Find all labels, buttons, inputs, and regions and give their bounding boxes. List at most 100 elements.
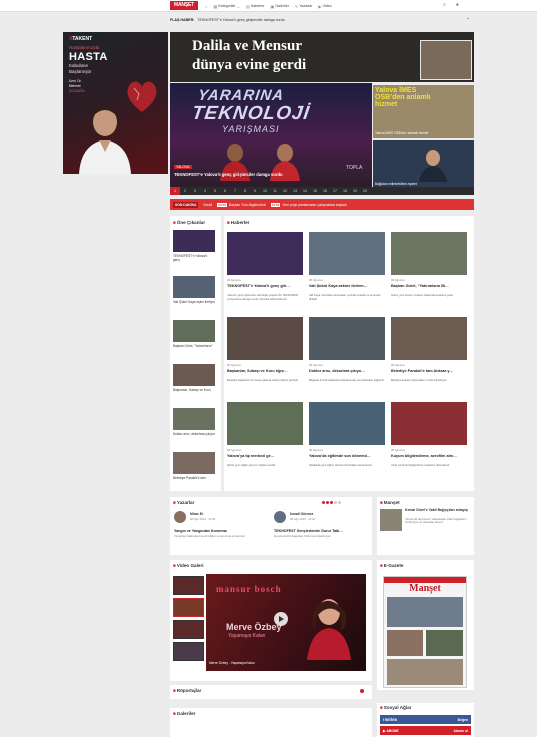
featured-title: Belediye Paraküt’e tam (173, 476, 206, 480)
slider-page-11[interactable]: 11 (270, 187, 280, 195)
avatar (274, 511, 286, 523)
slider-page-8[interactable]: 8 (240, 187, 250, 195)
featured-thumb (173, 364, 215, 386)
youtube-button[interactable]: ▶ ABONE Abone ol (380, 726, 471, 735)
slider-page-1[interactable]: 1 (170, 187, 180, 195)
featured-thumb (173, 452, 215, 474)
dot[interactable] (322, 501, 325, 504)
section-icon: ■ (380, 705, 383, 710)
top-navbar: MANŞET ⌂ ▦ Kategoriler ⌄ ▤ Haberler ▣ Galeri… (0, 0, 537, 12)
chevron-down-icon[interactable]: ⌄ (466, 15, 470, 21)
breaking-text: TEKNOFEST’e Yalova’lı genç girişimciler … (197, 18, 285, 22)
slider-page-18[interactable]: 18 (340, 187, 350, 195)
ticker-item[interactable]: Kendi (203, 203, 212, 207)
slider-page-2[interactable]: 2 (180, 187, 190, 195)
dot[interactable] (326, 501, 329, 504)
nav-categories[interactable]: ▦ Kategoriler ⌄ (213, 4, 240, 9)
featured-item[interactable]: Belediye Paraküt’e tam (173, 452, 215, 480)
main-slider[interactable]: YARARINA TEKNOLOJİ YARIŞMASI YALOVA TEKN… (170, 83, 372, 187)
nav-home[interactable]: ⌂ (205, 4, 207, 9)
dot[interactable] (338, 501, 341, 504)
slide-caption: TEKNOFEST’e Yalova’lı genç girişimciler … (174, 172, 283, 177)
video-thumb[interactable] (173, 576, 204, 595)
banner-line-1: Dalila ve Mensur (192, 38, 302, 54)
nav-video[interactable]: ▶ Video (318, 4, 331, 9)
news-title: Vali Şükrü Kaya askine ilerlem… (309, 284, 368, 288)
video-frame-illustration (307, 599, 351, 660)
side-news-1[interactable]: Yalova İMES OSB’den anlamlı hizmet Yalov… (373, 85, 474, 138)
headline-banner[interactable]: Dalila ve Mensur dünya evine gerdi (170, 32, 474, 82)
youtube-label: ABONE (386, 728, 399, 733)
slider-page-6[interactable]: 6 (220, 187, 230, 195)
user-icon[interactable]: ● (456, 2, 459, 8)
side-news-photo (419, 150, 447, 182)
slider-page-17[interactable]: 17 (330, 187, 340, 195)
headline-title: Kemal Gürel’e Vakıf Bağışçıları anlayışı (405, 508, 469, 512)
news-card[interactable]: 08 Ağustos Kuyum bilgilendirme, aerofilm … (391, 402, 467, 478)
slider-page-3[interactable]: 3 (190, 187, 200, 195)
dot[interactable] (330, 501, 333, 504)
slider-page-14[interactable]: 14 (300, 187, 310, 195)
breaking-news[interactable]: FLAŞ HABER: TEKNOFEST’e Yalova’lı genç gi… (170, 16, 474, 24)
video-player[interactable]: mansur bosch Merve Özbey Yaşamaya Kalan … (206, 574, 366, 671)
search-icon[interactable]: ⌕ (443, 2, 446, 8)
slider-page-19[interactable]: 19 (350, 187, 360, 195)
advertisement[interactable]: ATAKENT Hastalarımızda HASTA Kabulüne Ba… (63, 32, 168, 174)
newspaper-cover[interactable]: Manşet (383, 576, 467, 688)
side-news-2[interactable]: Bağlıdan milletvekiline ziyaret (373, 140, 474, 190)
slider-page-5[interactable]: 5 (210, 187, 220, 195)
featured-title: Vali Şükrü Kaya eşine ilerliyor (173, 300, 215, 304)
slider-page-20[interactable]: 20 (360, 187, 370, 195)
news-card[interactable]: 08 Ağustos Yalova’ya tıp merkezi ge… Şehre… (227, 402, 303, 478)
slider-page-7[interactable]: 7 (230, 187, 240, 195)
news-card[interactable]: 08 Ağustos Doktor arısı, dekorlara çıkıyo… (309, 317, 385, 393)
video-thumb[interactable] (173, 620, 204, 639)
slider-page-12[interactable]: 12 (280, 187, 290, 195)
featured-item[interactable]: Başkanlar, Subaşı ve Koru (173, 364, 215, 392)
play-icon[interactable] (274, 612, 288, 626)
featured-item[interactable]: Başkan Gürel, “Yatırımların” (173, 320, 215, 348)
section-title: ■Sosyal Ağlar (380, 705, 411, 710)
headline-box[interactable]: ■Manşet Kemal Gürel’e Vakıf Bağışçıları … (377, 497, 474, 555)
slide-category-badge: YALOVA (174, 165, 192, 169)
video-thumb[interactable] (173, 598, 204, 617)
section-title-text: Galeriler (176, 711, 196, 716)
ticker-time: 14:50 (270, 202, 281, 207)
nav-authors[interactable]: ✎ Yazarlar (295, 4, 312, 9)
slider-page-4[interactable]: 4 (200, 187, 210, 195)
news-card[interactable]: 08 Ağustos Başkanlar, Subaşı ve Koru öğre… (227, 317, 303, 393)
side-news-caption: Bağlıdan milletvekiline ziyaret (375, 182, 417, 186)
news-date: 08 Ağustos (227, 363, 241, 367)
slider-page-15[interactable]: 15 (310, 187, 320, 195)
slider-page-9[interactable]: 9 (250, 187, 260, 195)
featured-item[interactable]: TEKNOFEST’e Yalova’lı genç (173, 230, 215, 262)
featured-item[interactable]: Vali Şükrü Kaya eşine ilerliyor (173, 276, 215, 304)
slide-title-2: TEKNOLOJİ (190, 103, 312, 124)
news-card[interactable]: 08 Ağustos TEKNOFEST’e Yalova’lı genç gir… (227, 232, 303, 308)
ad-line-4: Başlamıştır (69, 69, 92, 74)
dot[interactable] (334, 501, 337, 504)
side-news-caption: Yalova İMES OSB’den anlamlı hizmet (375, 131, 429, 135)
featured-item[interactable]: Doktor arısı, dekorlara çıkıyor (173, 408, 215, 436)
slider-page-16[interactable]: 16 (320, 187, 330, 195)
section-title: ■Haberler (227, 220, 249, 225)
slider-page-13[interactable]: 13 (290, 187, 300, 195)
video-caption: Merve Özbey - Yaşamaya Kalan (209, 661, 255, 665)
news-card[interactable]: 08 Ağustos Yalova’da eğitimde son dönemd…… (309, 402, 385, 478)
news-card[interactable]: 08 Ağustos Vali Şükrü Kaya askine ilerlem… (309, 232, 385, 308)
news-card[interactable]: 08 Ağustos Başkan Gürel, “Yatırımların Bi… (391, 232, 467, 308)
banner-line-2: dünya evine gerdi (192, 57, 307, 73)
e-newspaper[interactable]: ■E-Gazete Manşet (377, 560, 474, 690)
facebook-button[interactable]: f BEĞEN Beğen (380, 715, 471, 724)
news-title: Başkan Gürel, “Yatırımların Bi… (391, 284, 449, 288)
ticker-item[interactable]: 14:50 Başkan Tutu bilgilendirdi (217, 202, 266, 207)
ticker-item[interactable]: 14:50 Yeni proje planlamaları çalışmalara… (270, 202, 347, 207)
site-logo[interactable]: MANŞET (170, 1, 198, 10)
news-card[interactable]: 08 Ağustos Belediye Paraküt’e tam Ankara … (391, 317, 467, 393)
video-thumb[interactable] (173, 642, 204, 661)
nav-galleries[interactable]: ▣ Galeriler (271, 4, 289, 9)
slider-page-10[interactable]: 10 (260, 187, 270, 195)
carousel-dots[interactable] (322, 501, 341, 504)
nav-news[interactable]: ▤ Haberler (246, 4, 265, 9)
news-desc: Belediye ekipleri çalışmalarını hızla sü… (391, 379, 448, 382)
